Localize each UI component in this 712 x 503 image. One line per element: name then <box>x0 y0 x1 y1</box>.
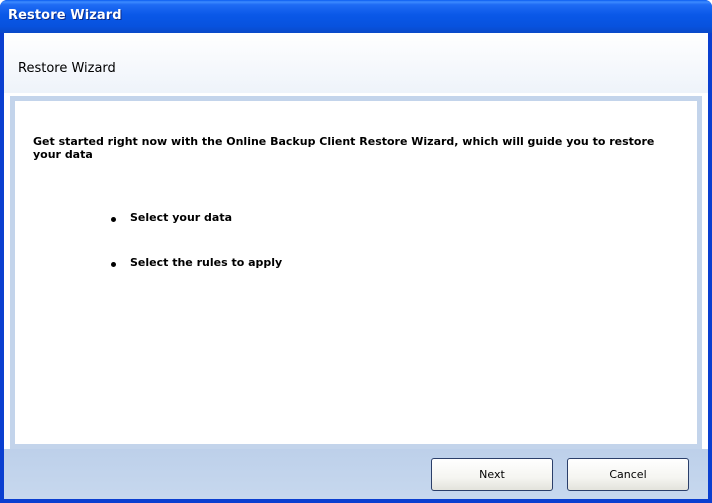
step-label: Select your data <box>130 211 233 224</box>
window-title: Restore Wizard <box>8 8 122 23</box>
title-bar[interactable]: Restore Wizard <box>0 0 712 33</box>
step-item-select-data: Select your data <box>111 211 232 224</box>
restore-wizard-window: Restore Wizard Restore Wizard Get starte… <box>0 0 712 503</box>
cancel-button[interactable]: Cancel <box>567 458 689 491</box>
bullet-icon <box>111 216 116 222</box>
wizard-client-area: Restore Wizard Get started right now wit… <box>4 33 708 499</box>
wizard-page-title: Restore Wizard <box>18 61 116 76</box>
wizard-header: Restore Wizard <box>4 33 708 93</box>
wizard-footer: Next Cancel <box>4 449 708 499</box>
wizard-content-panel: Get started right now with the Online Ba… <box>10 96 702 449</box>
next-button[interactable]: Next <box>431 458 553 491</box>
intro-text: Get started right now with the Online Ba… <box>33 135 655 161</box>
bullet-icon <box>111 261 116 267</box>
step-item-select-rules: Select the rules to apply <box>111 256 282 269</box>
step-label: Select the rules to apply <box>130 256 283 269</box>
